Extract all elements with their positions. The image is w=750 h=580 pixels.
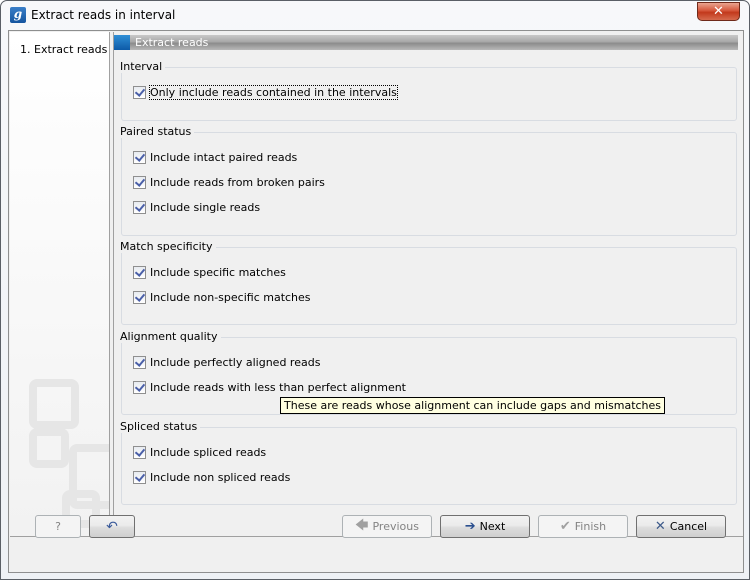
checkbox-label: Include spliced reads bbox=[150, 445, 267, 459]
checkbox-less-than-perfect[interactable]: Include reads with less than perfect ali… bbox=[133, 379, 406, 395]
panel-title: Extract reads bbox=[135, 36, 209, 49]
app-logo-icon: g bbox=[10, 7, 26, 23]
checkbox-spliced-reads[interactable]: Include spliced reads bbox=[133, 444, 266, 460]
steps-panel: 1. Extract reads bbox=[10, 32, 110, 537]
checkbox-checked-icon[interactable] bbox=[133, 445, 146, 459]
tooltip: These are reads whose alignment can incl… bbox=[280, 397, 666, 414]
arrow-left-icon: 🡄 bbox=[355, 517, 369, 533]
reset-button[interactable]: ↶ bbox=[89, 515, 135, 538]
cancel-label: Cancel bbox=[669, 520, 708, 533]
checkbox-label: Include intact paired reads bbox=[150, 150, 298, 164]
group-interval: Interval Only include reads contained in… bbox=[120, 60, 737, 121]
checkbox-intact-paired[interactable]: Include intact paired reads bbox=[133, 149, 297, 165]
close-button[interactable]: ✕ bbox=[697, 2, 740, 21]
checkmark-icon: ✔ bbox=[559, 519, 571, 534]
title-bar[interactable]: g Extract reads in interval ✕ bbox=[1, 1, 749, 31]
checkbox-perfectly-aligned[interactable]: Include perfectly aligned reads bbox=[133, 354, 320, 370]
panel-header: Extract reads bbox=[114, 35, 738, 50]
checkbox-label: Include reads with less than perfect ali… bbox=[150, 380, 406, 394]
finish-button[interactable]: ✔ Finish bbox=[538, 515, 628, 538]
x-icon: ✕ bbox=[654, 519, 666, 534]
decorative-square bbox=[29, 379, 79, 429]
help-label: ? bbox=[55, 520, 61, 533]
checkbox-specific-matches[interactable]: Include specific matches bbox=[133, 264, 286, 280]
previous-button[interactable]: 🡄 Previous bbox=[342, 515, 432, 538]
group-label: Alignment quality bbox=[120, 330, 221, 343]
group-label: Interval bbox=[120, 60, 166, 73]
arrow-right-icon: ➔ bbox=[464, 519, 476, 534]
finish-label: Finish bbox=[574, 520, 607, 533]
next-label: Next bbox=[479, 520, 506, 533]
dialog-client: 1. Extract reads Extract reads Interval … bbox=[8, 30, 744, 573]
checkbox-non-spliced-reads[interactable]: Include non spliced reads bbox=[133, 469, 290, 485]
checkbox-non-specific-matches[interactable]: Include non-specific matches bbox=[133, 289, 311, 305]
checkbox-label: Include perfectly aligned reads bbox=[150, 355, 321, 369]
checkbox-checked-icon[interactable] bbox=[133, 175, 146, 189]
decorative-square bbox=[29, 428, 69, 468]
checkbox-label: Only include reads contained in the inte… bbox=[149, 84, 398, 100]
group-label: Paired status bbox=[120, 125, 195, 138]
checkbox-label: Include non-specific matches bbox=[150, 290, 311, 304]
checkbox-single-reads[interactable]: Include single reads bbox=[133, 199, 260, 215]
group-label: Spliced status bbox=[120, 420, 201, 433]
window-title: Extract reads in interval bbox=[31, 8, 176, 22]
next-button[interactable]: ➔ Next bbox=[440, 515, 530, 538]
checkbox-checked-icon[interactable] bbox=[133, 380, 146, 394]
checkbox-label: Include single reads bbox=[150, 200, 261, 214]
checkbox-label: Include specific matches bbox=[150, 265, 286, 279]
checkbox-checked-icon[interactable] bbox=[133, 470, 146, 484]
checkbox-broken-pairs[interactable]: Include reads from broken pairs bbox=[133, 174, 325, 190]
group-label: Match specificity bbox=[120, 240, 216, 253]
checkbox-checked-icon[interactable] bbox=[133, 150, 146, 164]
header-accent bbox=[114, 35, 130, 50]
checkbox-label: Include non spliced reads bbox=[150, 470, 291, 484]
group-match-specificity: Match specificity Include specific match… bbox=[120, 240, 737, 325]
step-item-extract-reads[interactable]: 1. Extract reads bbox=[20, 43, 107, 56]
checkbox-checked-icon[interactable] bbox=[133, 85, 146, 99]
help-button[interactable]: ? bbox=[35, 515, 81, 538]
options-panel: Extract reads Interval Only include read… bbox=[113, 32, 743, 537]
checkbox-checked-icon[interactable] bbox=[133, 200, 146, 214]
cancel-button[interactable]: ✕ Cancel bbox=[636, 515, 726, 538]
undo-arrow-icon: ↶ bbox=[106, 518, 118, 535]
checkbox-checked-icon[interactable] bbox=[133, 355, 146, 369]
checkbox-checked-icon[interactable] bbox=[133, 290, 146, 304]
checkbox-label: Include reads from broken pairs bbox=[150, 175, 325, 189]
dialog-window: g Extract reads in interval ✕ 1. Extract… bbox=[0, 0, 750, 580]
previous-label: Previous bbox=[372, 520, 419, 533]
group-spliced-status: Spliced status Include spliced reads Inc… bbox=[120, 420, 737, 505]
checkbox-checked-icon[interactable] bbox=[133, 265, 146, 279]
checkbox-only-include-contained[interactable]: Only include reads contained in the inte… bbox=[133, 84, 398, 100]
group-paired-status: Paired status Include intact paired read… bbox=[120, 125, 737, 236]
